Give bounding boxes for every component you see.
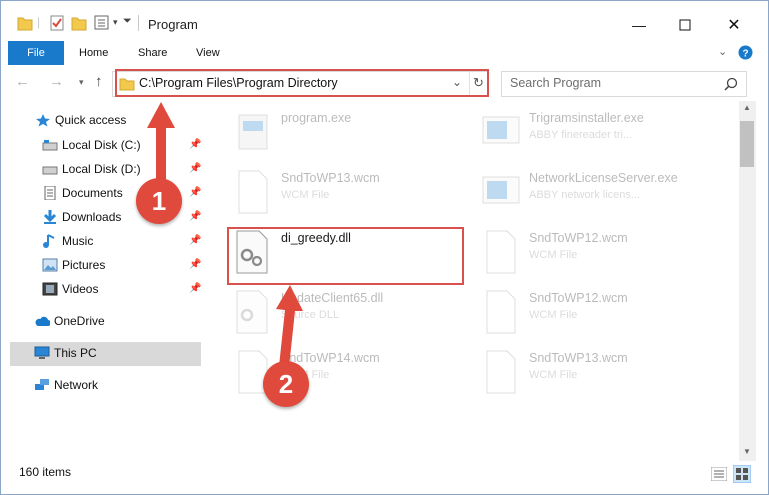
- close-icon: ✕: [727, 17, 741, 34]
- tab-view[interactable]: View: [196, 41, 220, 65]
- file-item[interactable]: Trigramsinstaller.exe ABBY finereader tr…: [481, 109, 711, 169]
- close-button[interactable]: ✕: [711, 10, 757, 40]
- exe-file-icon: [238, 114, 268, 150]
- recent-locations-icon[interactable]: ▾: [79, 77, 84, 88]
- computer-icon: [34, 346, 50, 359]
- window-title: Program: [148, 17, 198, 32]
- item-count: 160 items: [19, 465, 72, 479]
- customize-icon[interactable]: [94, 14, 112, 32]
- new-folder-icon[interactable]: [71, 14, 87, 32]
- step-badge-2: 2: [263, 361, 309, 407]
- pictures-icon: [42, 258, 58, 272]
- scroll-up-icon[interactable]: ▲: [743, 103, 751, 112]
- documents-icon: [44, 186, 56, 200]
- document-file-icon: [486, 290, 516, 334]
- search-input[interactable]: Search Program: [510, 76, 601, 90]
- exe-file-icon: [482, 176, 520, 204]
- quick-access-toolbar-dropdown-icon[interactable]: ⏷: [123, 15, 132, 28]
- large-icons-view-icon[interactable]: [733, 465, 751, 483]
- pin-icon[interactable]: 📌: [189, 235, 201, 246]
- pin-icon[interactable]: 📌: [189, 211, 201, 222]
- search-box[interactable]: Search Program: [501, 71, 747, 97]
- drive-icon: [42, 166, 58, 175]
- tab-share[interactable]: Share: [138, 41, 167, 65]
- chevron-down-icon[interactable]: ▾: [113, 17, 118, 28]
- cloud-icon: [35, 316, 50, 326]
- back-arrow-icon[interactable]: ←: [15, 73, 30, 90]
- videos-icon: [42, 282, 58, 296]
- scrollbar-thumb[interactable]: [740, 121, 754, 167]
- document-file-icon: [238, 170, 268, 214]
- maximize-button[interactable]: [662, 10, 708, 40]
- exe-file-icon: [482, 116, 520, 144]
- minimize-icon: —: [632, 17, 646, 33]
- up-arrow-icon[interactable]: ↑: [95, 73, 103, 90]
- star-icon: [36, 114, 50, 127]
- vertical-scrollbar[interactable]: ▲ ▼: [739, 101, 756, 461]
- file-item[interactable]: SndToWP12.wcm WCM File: [481, 289, 711, 349]
- details-view-icon[interactable]: [711, 467, 727, 481]
- file-item[interactable]: program.exe: [233, 109, 463, 169]
- folder-icon: [17, 17, 33, 31]
- file-item[interactable]: SndToWP13.wcm WCM File: [233, 169, 463, 229]
- ribbon-tabs: File Home Share View ⌄ ?: [1, 41, 768, 66]
- properties-icon[interactable]: [49, 14, 65, 32]
- file-highlight-box: [227, 227, 464, 285]
- network-icon: [35, 379, 49, 390]
- navigation-bar: ← → ▾ ↑ C:\Program Files\Program Directo…: [1, 65, 768, 101]
- address-highlight-box: [115, 69, 489, 97]
- tab-file[interactable]: File: [8, 41, 64, 65]
- pin-icon[interactable]: 📌: [189, 283, 201, 294]
- file-explorer-window: | ▾ ⏷ Program — ✕ File Home Share View ⌄: [0, 0, 769, 495]
- expand-ribbon-icon[interactable]: ⌄: [718, 45, 727, 58]
- title-separator: [138, 15, 139, 31]
- pin-icon[interactable]: 📌: [189, 259, 201, 270]
- help-icon[interactable]: ?: [738, 45, 753, 60]
- forward-arrow-icon[interactable]: →: [49, 73, 64, 90]
- search-icon: [724, 77, 738, 91]
- title-bar: | ▾ ⏷ Program — ✕: [1, 1, 768, 41]
- document-file-icon: [486, 230, 516, 274]
- file-item[interactable]: SndToWP13.wcm WCM File: [481, 349, 711, 409]
- tab-home[interactable]: Home: [79, 41, 108, 65]
- maximize-icon: [679, 19, 691, 31]
- drive-icon: [42, 140, 58, 151]
- step-badge-1: 1: [136, 178, 182, 224]
- scroll-down-icon[interactable]: ▼: [743, 447, 751, 456]
- status-bar: 160 items: [1, 461, 768, 494]
- downloads-icon: [43, 210, 57, 224]
- minimize-button[interactable]: —: [616, 10, 662, 40]
- music-icon: [43, 234, 55, 248]
- document-file-icon: [486, 350, 516, 394]
- file-item[interactable]: NetworkLicenseServer.exe ABBY network li…: [481, 169, 711, 229]
- svg-text:?: ?: [742, 49, 748, 60]
- file-item[interactable]: SndToWP12.wcm WCM File: [481, 229, 711, 289]
